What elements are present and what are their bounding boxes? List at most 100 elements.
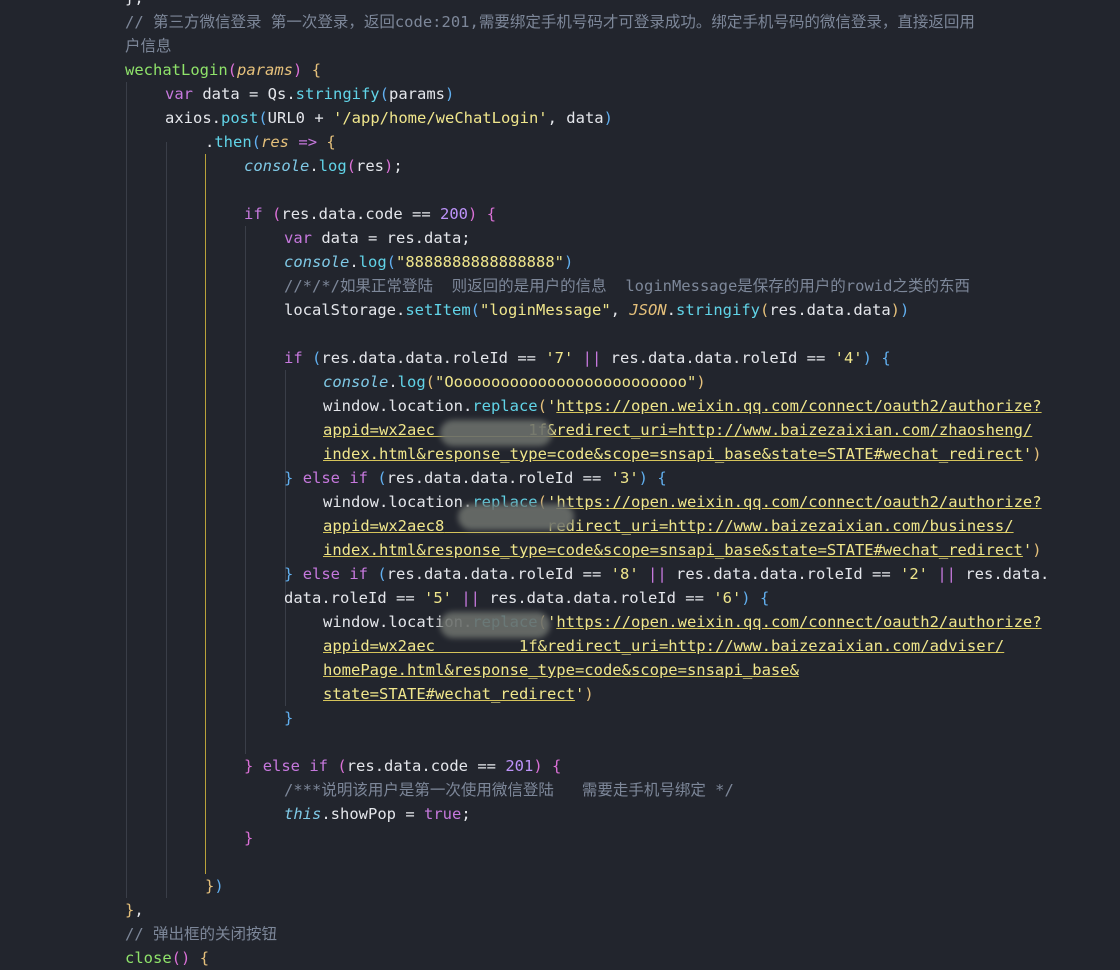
code-line[interactable]: if (res.data.code == 200) {	[0, 202, 1120, 226]
redaction-blur	[440, 420, 552, 446]
code-line[interactable]	[0, 178, 1120, 202]
code-line[interactable]: appid=wx2aec 1f&redirect_uri=http://www.…	[0, 634, 1120, 658]
code-token: , data	[547, 109, 604, 127]
code-line[interactable]: }	[0, 826, 1120, 850]
code-line[interactable]: /***说明该用户是第一次使用微信登陆 需要走手机号绑定 */	[0, 778, 1120, 802]
code-token: .showPop =	[321, 805, 424, 823]
code-token: console	[284, 253, 350, 271]
code-line[interactable]: } else if (res.data.code == 201) {	[0, 754, 1120, 778]
code-line[interactable]: 户信息	[0, 34, 1120, 58]
code-token: (	[227, 61, 237, 79]
code-token: (	[470, 301, 480, 319]
code-line[interactable]: window.location.replace('https://open.we…	[0, 394, 1120, 418]
code-line[interactable]: .then(res => {	[0, 130, 1120, 154]
code-token: (	[377, 469, 387, 487]
code-line[interactable]: },	[0, 898, 1120, 922]
code-line[interactable]: state=STATE#wechat_redirect')	[0, 682, 1120, 706]
code-line[interactable]: index.html&response_type=code&scope=snsa…	[0, 538, 1120, 562]
code-token: res.data.data	[769, 301, 891, 319]
code-line[interactable]: appid=wx2aec 1f&redirect_uri=http://www.…	[0, 418, 1120, 442]
code-line[interactable]: data.roleId == '5' || res.data.data.role…	[0, 586, 1120, 610]
code-line[interactable]	[0, 730, 1120, 754]
code-token: {	[326, 133, 336, 151]
code-line[interactable]: console.log("Oooooooooooooooooooooooooo"…	[0, 370, 1120, 394]
code-token: )	[638, 469, 649, 487]
code-line[interactable]: }	[0, 706, 1120, 730]
code-line[interactable]	[0, 322, 1120, 346]
code-token: '7'	[545, 349, 574, 367]
code-token: )	[564, 253, 574, 271]
code-token: console	[244, 157, 310, 175]
code-token: '5'	[423, 589, 452, 607]
code-token: (	[379, 85, 389, 103]
code-token: post	[221, 109, 259, 127]
code-token: stringify	[676, 301, 760, 319]
code-token: '	[1022, 541, 1033, 559]
code-token: this	[284, 805, 322, 823]
code-token: )	[384, 157, 394, 175]
code-line[interactable]: wechatLogin(params) {	[0, 58, 1120, 82]
code-token: homePage.html&response_type=code&scope=s…	[323, 661, 799, 679]
code-line[interactable]: var data = res.data;	[0, 226, 1120, 250]
code-token: log	[318, 157, 347, 175]
code-token: appid=wx2aec8	[323, 517, 445, 535]
code-line[interactable]: })	[0, 874, 1120, 898]
code-line[interactable]: axios.post(URL0 + '/app/home/weChatLogin…	[0, 106, 1120, 130]
code-token: {	[486, 205, 497, 223]
code-token: localStorage.	[284, 301, 406, 319]
code-token: '6'	[713, 589, 742, 607]
code-token: ,	[610, 301, 630, 319]
code-line[interactable]: window.location.replace('https://open.we…	[0, 610, 1120, 634]
code-line[interactable]: console.log(res);	[0, 154, 1120, 178]
code-line[interactable]: },	[0, 0, 1120, 10]
code-token: res.data.	[956, 565, 1050, 583]
code-line[interactable]: // 第三方微信登录 第一次登录，返回code:201,需要绑定手机号码才可登录…	[0, 10, 1120, 34]
code-token: .	[388, 373, 398, 391]
code-line[interactable]: if (res.data.data.roleId == '7' || res.d…	[0, 346, 1120, 370]
code-token: )	[696, 373, 706, 391]
code-token: redirect_uri=http://www.baizezaixian.com…	[546, 517, 1014, 535]
code-token: if	[244, 205, 263, 223]
code-token: }	[244, 829, 254, 847]
code-token: )	[468, 205, 478, 223]
code-line[interactable]: localStorage.setItem("loginMessage", JSO…	[0, 298, 1120, 322]
code-token: ||	[582, 349, 602, 367]
code-line[interactable]: index.html&response_type=code&scope=snsa…	[0, 442, 1120, 466]
code-line[interactable]: //*/*/如果正常登陆 则返回的是用户的信息 loginMessage是保存的…	[0, 274, 1120, 298]
code-line[interactable]: console.log("8888888888888888")	[0, 250, 1120, 274]
code-line[interactable]: homePage.html&response_type=code&scope=s…	[0, 658, 1120, 682]
code-editor[interactable]: }, // 第三方微信登录 第一次登录，返回code:201,需要绑定手机号码才可…	[0, 0, 1120, 967]
code-token: (	[425, 373, 436, 391]
code-token: 1f&redirect_uri=http://www.baizezaixian.…	[518, 637, 1005, 655]
code-line[interactable]: } else if (res.data.data.roleId == '8' |…	[0, 562, 1120, 586]
code-token: res.data.code ==	[346, 757, 506, 775]
code-token: console	[323, 373, 389, 391]
code-token: close	[125, 949, 172, 967]
code-token: ||	[648, 565, 667, 583]
code-line[interactable]	[0, 850, 1120, 874]
code-token: )	[533, 757, 543, 775]
redaction-blur	[440, 612, 550, 638]
code-token: (	[272, 205, 282, 223]
code-token: state=STATE#wechat_redirect	[323, 685, 575, 703]
code-token: {	[881, 349, 891, 367]
code-line[interactable]: this.showPop = true;	[0, 802, 1120, 826]
code-token: '	[1022, 445, 1033, 463]
code-line[interactable]: // 弹出框的关闭按钮	[0, 922, 1120, 946]
code-token: }	[284, 469, 294, 487]
code-token: https://open.weixin.qq.com/connect/oauth…	[556, 613, 1042, 631]
code-line[interactable]: } else if (res.data.data.roleId == '3') …	[0, 466, 1120, 490]
code-token: params	[237, 61, 293, 79]
code-token: )	[584, 685, 594, 703]
code-token: '2'	[899, 565, 928, 583]
code-line[interactable]: close() {	[0, 946, 1120, 970]
code-line[interactable]: var data = Qs.stringify(params)	[0, 82, 1120, 106]
